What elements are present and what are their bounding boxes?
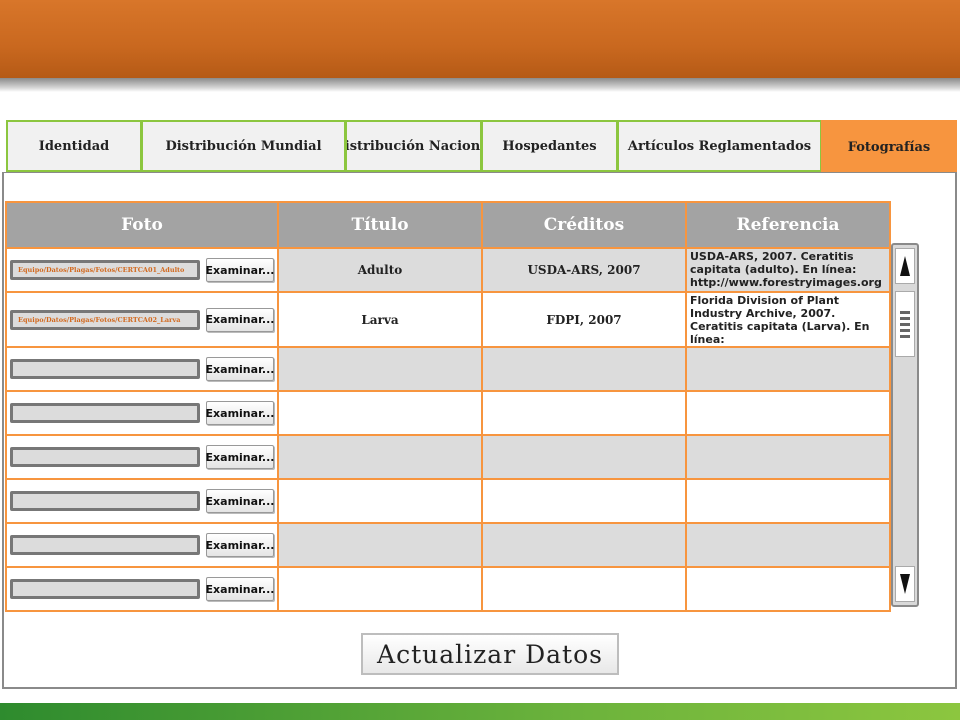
- creditos-cell[interactable]: [481, 522, 687, 568]
- referencia-cell[interactable]: [685, 346, 891, 392]
- titulo-cell[interactable]: [277, 434, 483, 480]
- table-row: Examinar...: [5, 522, 891, 568]
- header-referencia: Referencia: [685, 201, 891, 249]
- browse-button[interactable]: Examinar...: [206, 445, 274, 469]
- table-row: Examinar...: [5, 346, 891, 392]
- referencia-cell[interactable]: Florida Division of Plant Industry Archi…: [685, 291, 891, 348]
- creditos-cell[interactable]: [481, 478, 687, 524]
- update-data-button[interactable]: Actualizar Datos: [361, 633, 619, 675]
- foto-cell: Examinar...: [5, 478, 279, 524]
- browse-button[interactable]: Examinar...: [206, 533, 274, 557]
- table-row: Examinar...: [5, 390, 891, 436]
- tab-hospedantes[interactable]: Hospedantes: [481, 120, 618, 172]
- table-row: Equipo/Datos/Plagas/Fotos/CERTCA01_Adult…: [5, 247, 891, 293]
- creditos-cell[interactable]: [481, 566, 687, 612]
- tab-distribucion-nacional[interactable]: Distribución Nacional: [345, 120, 482, 172]
- top-banner: [0, 0, 960, 78]
- foto-cell: Examinar...: [5, 566, 279, 612]
- creditos-cell[interactable]: [481, 346, 687, 392]
- grip-line: [900, 328, 910, 332]
- browse-button[interactable]: Examinar...: [206, 577, 274, 601]
- arrow-up-icon: [900, 256, 910, 276]
- browse-button[interactable]: Examinar...: [206, 401, 274, 425]
- file-path-field[interactable]: [10, 491, 200, 511]
- browse-button[interactable]: Examinar...: [206, 307, 274, 332]
- file-path-field[interactable]: [10, 447, 200, 467]
- titulo-cell[interactable]: Adulto: [277, 247, 483, 293]
- scroll-thumb[interactable]: [895, 291, 915, 357]
- file-path-field[interactable]: Equipo/Datos/Plagas/Fotos/CERTCA02_Larva: [10, 309, 200, 330]
- table-row: Equipo/Datos/Plagas/Fotos/CERTCA02_Larva…: [5, 291, 891, 348]
- foto-cell: Examinar...: [5, 522, 279, 568]
- titulo-cell[interactable]: [277, 390, 483, 436]
- header-foto: Foto: [5, 201, 279, 249]
- foto-cell: Examinar...: [5, 346, 279, 392]
- table-row: Examinar...: [5, 478, 891, 524]
- foto-cell: Equipo/Datos/Plagas/Fotos/CERTCA01_Adult…: [5, 247, 279, 293]
- arrow-down-icon: [900, 574, 910, 594]
- file-path-field[interactable]: [10, 359, 200, 379]
- file-path-field[interactable]: Equipo/Datos/Plagas/Fotos/CERTCA01_Adult…: [10, 260, 200, 280]
- browse-button[interactable]: Examinar...: [206, 357, 274, 381]
- browse-button[interactable]: Examinar...: [206, 258, 274, 282]
- tab-identidad[interactable]: Identidad: [6, 120, 142, 172]
- referencia-cell[interactable]: [685, 478, 891, 524]
- titulo-cell[interactable]: [277, 522, 483, 568]
- bottom-bar: [0, 703, 960, 720]
- creditos-cell[interactable]: [481, 434, 687, 480]
- vertical-scrollbar[interactable]: [891, 243, 919, 607]
- browse-button[interactable]: Examinar...: [206, 489, 274, 513]
- titulo-cell[interactable]: [277, 566, 483, 612]
- creditos-cell[interactable]: [481, 390, 687, 436]
- creditos-cell[interactable]: FDPI, 2007: [481, 291, 687, 348]
- tab-fotografias[interactable]: Fotografías: [821, 120, 957, 174]
- referencia-cell[interactable]: USDA-ARS, 2007. Ceratitis capitata (adul…: [685, 247, 891, 293]
- creditos-cell[interactable]: USDA-ARS, 2007: [481, 247, 687, 293]
- table-row: Examinar...: [5, 434, 891, 480]
- file-path-field[interactable]: [10, 403, 200, 423]
- table-row: Examinar...: [5, 566, 891, 612]
- tab-articulos-reglamentados[interactable]: Artículos Reglamentados: [617, 120, 822, 172]
- grip-line: [900, 322, 910, 326]
- table-header-row: Foto Título Créditos Referencia: [5, 201, 891, 249]
- scroll-down-button[interactable]: [895, 566, 915, 602]
- titulo-cell[interactable]: Larva: [277, 291, 483, 348]
- file-path-field[interactable]: [10, 579, 200, 599]
- grip-line: [900, 310, 910, 314]
- header-titulo: Título: [277, 201, 483, 249]
- foto-cell: Equipo/Datos/Plagas/Fotos/CERTCA02_Larva…: [5, 291, 279, 348]
- referencia-cell[interactable]: [685, 434, 891, 480]
- header-creditos: Créditos: [481, 201, 687, 249]
- grip-line: [900, 334, 910, 338]
- referencia-cell[interactable]: [685, 390, 891, 436]
- scroll-up-button[interactable]: [895, 248, 915, 284]
- foto-cell: Examinar...: [5, 434, 279, 480]
- grip-line: [900, 316, 910, 320]
- photo-table: Foto Título Créditos Referencia Equipo/D…: [5, 201, 891, 612]
- foto-cell: Examinar...: [5, 390, 279, 436]
- titulo-cell[interactable]: [277, 478, 483, 524]
- referencia-cell[interactable]: [685, 566, 891, 612]
- banner-shadow: [0, 78, 960, 92]
- tab-distribucion-mundial[interactable]: Distribución Mundial: [141, 120, 346, 172]
- referencia-cell[interactable]: [685, 522, 891, 568]
- titulo-cell[interactable]: [277, 346, 483, 392]
- file-path-field[interactable]: [10, 535, 200, 555]
